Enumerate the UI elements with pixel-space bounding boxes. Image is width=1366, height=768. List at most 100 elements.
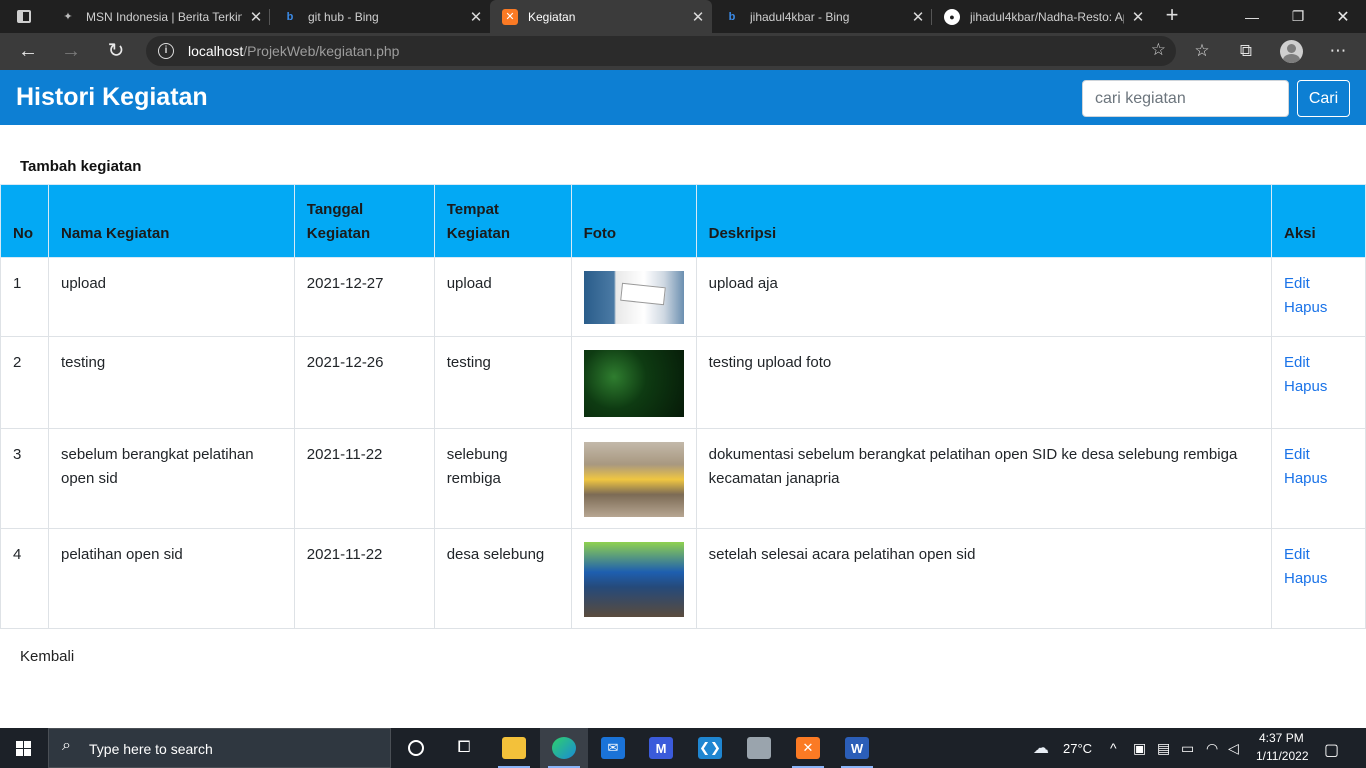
cell-deskripsi: setelah selesai acara pelatihan open sid xyxy=(695,528,1272,629)
edit-link[interactable]: Edit xyxy=(1284,443,1353,467)
cell-no: 4 xyxy=(0,528,49,629)
show-hidden-icons-icon[interactable]: ^ xyxy=(1110,740,1117,756)
column-header-tanggal: Tanggal Kegiatan xyxy=(293,184,435,258)
tab-actions-button[interactable] xyxy=(0,0,48,33)
favorites-icon[interactable]: ☆ xyxy=(1187,36,1217,66)
delete-link[interactable]: Hapus xyxy=(1284,375,1353,399)
taskbar-search-box[interactable]: ⌕ Type here to search xyxy=(48,728,391,768)
table-row: 4 pelatihan open sid 2021-11-22 desa sel… xyxy=(0,528,1366,629)
tab-title: git hub - Bing xyxy=(308,9,379,24)
notifications-icon[interactable]: ▢ xyxy=(1324,740,1339,760)
edit-link[interactable]: Edit xyxy=(1284,272,1353,296)
cell-aksi: Edit Hapus xyxy=(1270,428,1366,529)
taskbar-file-explorer[interactable] xyxy=(490,728,538,768)
address-bar[interactable]: i localhost/ProjekWeb/kegiatan.php ☆ xyxy=(146,36,1176,66)
cortana-icon xyxy=(408,740,424,756)
windows-taskbar: ⌕ Type here to search ⧠ ✉ M ❮❯ ✕ W ☁ 27°… xyxy=(0,728,1366,768)
battery-icon[interactable]: ▭ xyxy=(1181,740,1194,757)
tab-close-icon[interactable]: ✕ xyxy=(462,8,490,26)
cell-tanggal: 2021-12-27 xyxy=(293,257,435,337)
taskbar-xampp[interactable]: ✕ xyxy=(784,728,832,768)
tab-title: jihadul4kbar - Bing xyxy=(750,9,850,24)
browser-tab-github-repo[interactable]: ● jihadul4kbar/Nadha-Resto: Ap ✕ xyxy=(932,0,1152,33)
url-host: localhost xyxy=(188,43,244,59)
display-icon[interactable]: ▤ xyxy=(1157,740,1170,757)
table-header-row: No Nama Kegiatan Tanggal Kegiatan Tempat… xyxy=(0,184,1366,258)
search-button[interactable]: Cari xyxy=(1297,80,1350,117)
browser-tab-msn[interactable]: ✦ MSN Indonesia | Berita Terkini ✕ xyxy=(48,0,270,33)
forward-button[interactable]: → xyxy=(56,36,86,66)
clock-time[interactable]: 4:37 PM xyxy=(1259,731,1304,745)
add-activity-link[interactable]: Tambah kegiatan xyxy=(20,158,141,175)
weather-icon[interactable]: ☁ xyxy=(1033,738,1049,758)
cell-aksi: Edit Hapus xyxy=(1270,257,1366,337)
cell-tempat: testing xyxy=(433,336,572,429)
cell-deskripsi: dokumentasi sebelum berangkat pelatihan … xyxy=(695,428,1272,529)
taskbar-app[interactable]: M xyxy=(637,728,685,768)
wifi-icon[interactable]: ◠ xyxy=(1206,740,1218,757)
cell-nama: pelatihan open sid xyxy=(47,528,295,629)
browser-toolbar: ← → ↻ i localhost/ProjekWeb/kegiatan.php… xyxy=(0,33,1366,70)
cell-nama: upload xyxy=(47,257,295,337)
window-minimize-button[interactable]: — xyxy=(1229,0,1275,33)
profile-avatar[interactable] xyxy=(1280,40,1303,63)
site-info-icon[interactable]: i xyxy=(158,43,174,59)
vscode-icon: ❮❯ xyxy=(698,737,722,759)
settings-more-icon[interactable]: ⋯ xyxy=(1323,36,1353,66)
taskbar-edge[interactable] xyxy=(540,728,588,768)
browser-tab-strip: ✦ MSN Indonesia | Berita Terkini ✕ b git… xyxy=(0,0,1366,33)
back-link[interactable]: Kembali xyxy=(20,648,74,665)
volume-icon[interactable]: ◁ xyxy=(1228,740,1239,757)
browser-tab-jihadul-bing[interactable]: b jihadul4kbar - Bing ✕ xyxy=(712,0,932,33)
cell-tanggal: 2021-11-22 xyxy=(293,428,435,529)
mail-icon: ✉ xyxy=(601,737,625,759)
edit-link[interactable]: Edit xyxy=(1284,543,1353,567)
bing-favicon-icon: b xyxy=(286,10,294,23)
taskbar-mail[interactable]: ✉ xyxy=(589,728,637,768)
page-header: Histori Kegiatan Cari xyxy=(0,70,1366,125)
collections-icon[interactable]: ⧉ xyxy=(1231,36,1261,66)
meet-now-icon[interactable]: ▣ xyxy=(1133,740,1146,757)
cell-foto xyxy=(570,528,697,629)
search-input[interactable] xyxy=(1082,80,1289,117)
taskbar-search-placeholder: Type here to search xyxy=(89,741,213,757)
tab-close-icon[interactable]: ✕ xyxy=(1124,8,1152,26)
cell-foto xyxy=(570,336,697,429)
github-favicon-icon: ● xyxy=(944,8,960,25)
cell-tempat: selebung rembiga xyxy=(433,428,572,529)
add-favorite-icon[interactable]: ☆ xyxy=(1151,40,1166,60)
tab-close-icon[interactable]: ✕ xyxy=(684,8,712,26)
tab-close-icon[interactable]: ✕ xyxy=(904,8,932,26)
browser-tab-kegiatan[interactable]: ✕ Kegiatan ✕ xyxy=(490,0,712,33)
tab-close-icon[interactable]: ✕ xyxy=(242,8,270,26)
delete-link[interactable]: Hapus xyxy=(1284,567,1353,591)
back-button[interactable]: ← xyxy=(13,36,43,66)
edit-link[interactable]: Edit xyxy=(1284,351,1353,375)
start-button[interactable] xyxy=(0,728,48,768)
cell-tanggal: 2021-12-26 xyxy=(293,336,435,429)
cortana-button[interactable] xyxy=(392,728,440,768)
delete-link[interactable]: Hapus xyxy=(1284,296,1353,320)
taskbar-vscode[interactable]: ❮❯ xyxy=(686,728,734,768)
cell-nama: testing xyxy=(47,336,295,429)
xampp-icon: ✕ xyxy=(796,737,820,759)
activity-photo xyxy=(583,350,684,417)
window-close-button[interactable]: ✕ xyxy=(1320,0,1366,33)
url-path: /ProjekWeb/kegiatan.php xyxy=(243,43,400,59)
cell-deskripsi: testing upload foto xyxy=(695,336,1272,429)
refresh-button[interactable]: ↻ xyxy=(101,36,131,66)
column-header-foto: Foto xyxy=(570,184,697,258)
taskbar-word[interactable]: W xyxy=(833,728,881,768)
browser-tab-github-bing[interactable]: b git hub - Bing ✕ xyxy=(270,0,490,33)
weather-temperature[interactable]: 27°C xyxy=(1063,741,1092,756)
delete-link[interactable]: Hapus xyxy=(1284,467,1353,491)
window-restore-button[interactable]: ❐ xyxy=(1275,0,1321,33)
taskbar-app-2[interactable] xyxy=(735,728,783,768)
cell-no: 2 xyxy=(0,336,49,429)
new-tab-button[interactable]: + xyxy=(1159,3,1185,29)
edge-icon xyxy=(552,737,576,759)
url-text[interactable]: localhost/ProjekWeb/kegiatan.php xyxy=(188,43,399,59)
task-view-button[interactable]: ⧠ xyxy=(440,728,488,768)
clock-date[interactable]: 1/11/2022 xyxy=(1256,749,1309,763)
task-view-icon: ⧠ xyxy=(457,739,471,756)
